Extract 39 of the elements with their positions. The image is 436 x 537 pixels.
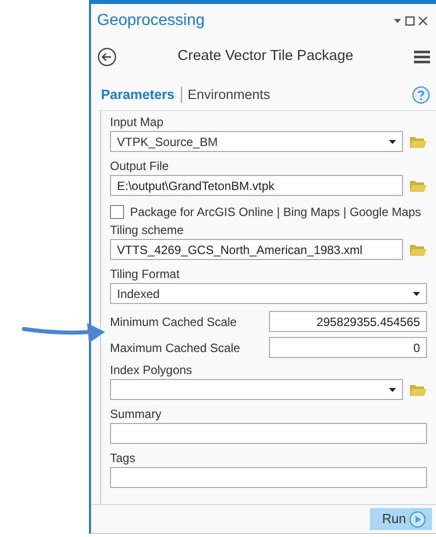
checkbox[interactable] — [110, 205, 124, 219]
folder-icon[interactable] — [409, 382, 427, 396]
tab[interactable]: Environments — [188, 84, 270, 106]
help-icon[interactable] — [412, 86, 430, 104]
field-label: Input Map — [110, 115, 164, 129]
field-label: Tiling Format — [110, 267, 181, 281]
tool-title: Create Vector Tile Package — [178, 46, 354, 66]
caret-icon — [389, 388, 396, 392]
pane-title: Geoprocessing — [97, 11, 205, 31]
field-label: Tags — [110, 451, 136, 465]
tab[interactable]: Parameters — [101, 84, 175, 106]
folder-icon[interactable] — [409, 178, 427, 192]
field-label: Index Polygons — [110, 363, 194, 377]
field-label: Minimum Cached Scale — [110, 314, 238, 328]
caret-icon — [413, 292, 420, 296]
play-icon — [409, 510, 426, 528]
checkbox-label: Package for ArcGIS Online | Bing Maps | Google Maps — [130, 204, 422, 221]
input-field[interactable] — [110, 423, 427, 444]
run-button[interactable]: Run — [370, 508, 432, 530]
field-label: Tiling scheme — [110, 223, 185, 237]
input-field[interactable]: E:\output\GrandTetonBM.vtpk — [110, 175, 403, 196]
field-label: Summary — [110, 407, 162, 421]
field-label: Maximum Cached Scale — [110, 340, 242, 354]
dropdown-field[interactable]: Indexed — [110, 283, 427, 304]
field-label: Output File — [110, 159, 170, 173]
folder-icon[interactable] — [409, 242, 427, 256]
input-field[interactable] — [110, 467, 427, 488]
dropdown-field[interactable] — [110, 379, 403, 400]
input-field[interactable]: 0 — [269, 337, 427, 358]
close-icon[interactable] — [418, 16, 428, 26]
dropdown-field[interactable]: VTPK_Source_BM — [110, 131, 403, 152]
dropdown-icon[interactable] — [393, 18, 402, 24]
input-field[interactable]: VTTS_4269_GCS_North_American_1983.xml — [110, 239, 403, 260]
back-icon[interactable] — [97, 46, 117, 66]
caret-icon — [389, 140, 396, 144]
input-field[interactable]: 295829355.454565 — [269, 311, 427, 332]
menu-icon[interactable] — [414, 50, 430, 64]
folder-icon[interactable] — [409, 134, 427, 148]
maximize-icon[interactable] — [405, 16, 415, 26]
